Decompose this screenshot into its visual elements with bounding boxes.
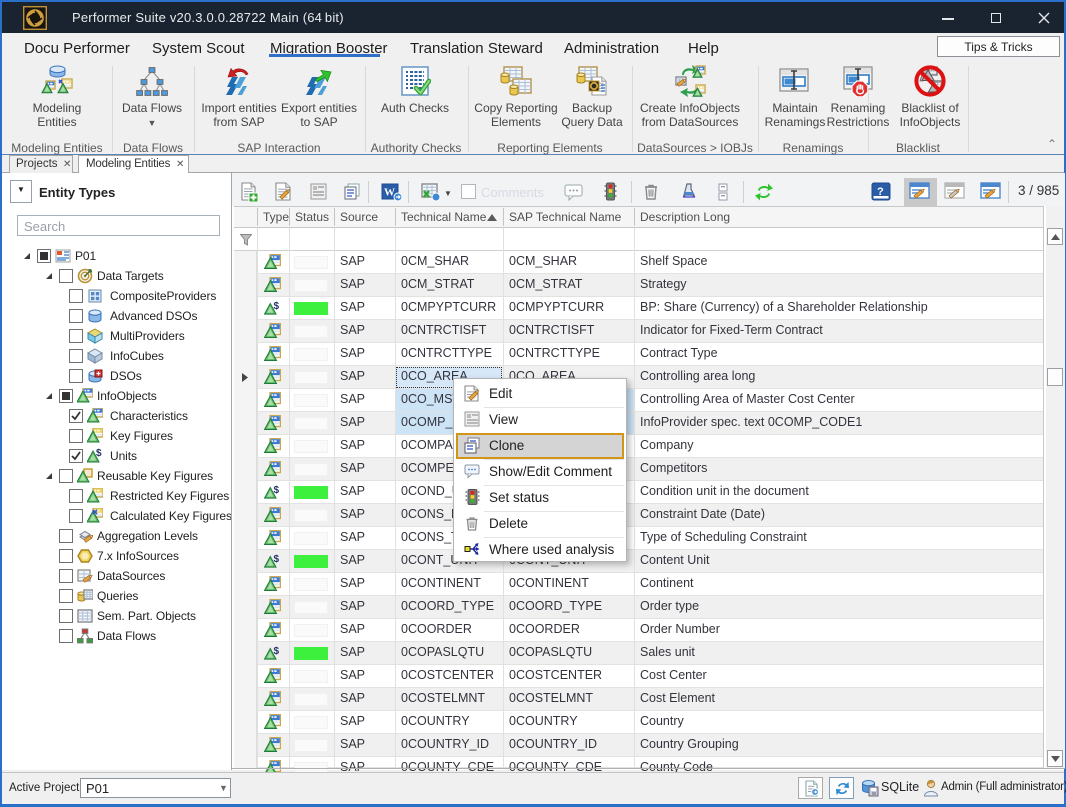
svg-text:$: $ <box>274 646 280 657</box>
svg-text:$: $ <box>96 448 102 459</box>
svg-text:W: W <box>384 187 395 199</box>
svg-text:$: $ <box>274 554 280 565</box>
svg-text:$: $ <box>274 485 280 496</box>
svg-text:$: $ <box>274 301 280 312</box>
svg-text:?: ? <box>877 186 884 198</box>
